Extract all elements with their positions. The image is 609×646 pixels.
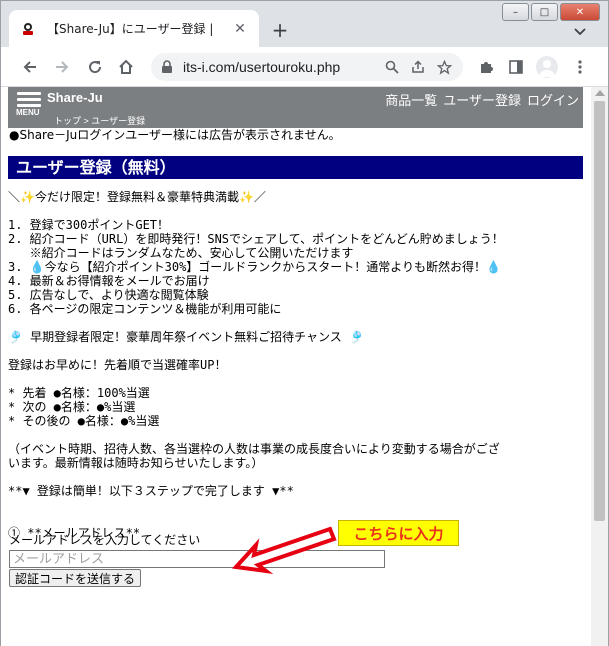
window-controls: – □ ✕ xyxy=(502,3,600,21)
bookmark-star-icon[interactable] xyxy=(433,56,455,78)
text-line: ※紹介コードはランダムなため、安心して公開いただけます xyxy=(8,246,354,260)
main-content: ●Share－Juログインユーザー様には広告が表示されません。 ユーザー登録（無… xyxy=(8,128,583,587)
close-window-button[interactable]: ✕ xyxy=(560,3,600,21)
text-line: 6. 各ページの限定コンテンツ＆機能が利用可能に xyxy=(8,302,282,316)
favicon-icon xyxy=(19,20,37,38)
hamburger-menu-icon[interactable] xyxy=(17,92,41,122)
share-icon[interactable] xyxy=(407,56,429,78)
text-line: * 次の ●名様：●%当選 xyxy=(8,400,136,414)
browser-window: 【Share-Ju】にユーザー登録 | ✕ + – □ ✕ its-i.com/… xyxy=(0,0,609,646)
site-logo-text[interactable]: Share-Ju xyxy=(47,90,103,105)
text-line: 登録はお早めに！先着順で当選確率UP！ xyxy=(8,358,227,372)
text-line: 🎐 早期登録者限定！豪華周年祭イベント無料ご招待チャンス 🎐 xyxy=(8,330,364,344)
tab-title: 【Share-Ju】にユーザー登録 | xyxy=(47,22,214,36)
browser-toolbar: its-i.com/usertouroku.php xyxy=(1,47,608,87)
reload-icon[interactable] xyxy=(82,54,108,80)
registration-description: ＼✨今だけ限定！登録無料＆豪華特典満載✨／ 1. 登録で300ポイントGET！ … xyxy=(8,190,583,540)
back-icon[interactable] xyxy=(17,54,43,80)
side-panel-icon[interactable] xyxy=(503,54,529,80)
email-field-label: メールアドレスを入力してください xyxy=(9,533,201,547)
text-line: 4. 最新＆お得情報をメールでお届け xyxy=(8,274,210,288)
header-nav: 商品一覧 ユーザー登録 ログイン xyxy=(385,90,579,109)
zoom-search-icon[interactable] xyxy=(381,56,403,78)
vertical-scrollbar[interactable] xyxy=(591,87,608,646)
extensions-puzzle-icon[interactable] xyxy=(473,54,499,80)
send-code-button[interactable]: 認証コードを送信する xyxy=(9,569,142,587)
profile-avatar-icon[interactable] xyxy=(534,54,560,80)
tab-strip: 【Share-Ju】にユーザー登録 | ✕ + – □ ✕ xyxy=(1,1,608,47)
breadcrumb[interactable]: トップ > ユーザー登録 xyxy=(54,114,145,127)
site-header: MENU Share-Ju トップ > ユーザー登録 商品一覧 ユーザー登録 ロ… xyxy=(8,87,583,128)
nav-products-link[interactable]: 商品一覧 xyxy=(385,90,437,109)
nav-register-link[interactable]: ユーザー登録 xyxy=(443,90,521,109)
nav-login-link[interactable]: ログイン xyxy=(527,90,579,109)
lock-icon[interactable] xyxy=(159,59,175,75)
page-title: ユーザー登録（無料） xyxy=(8,156,583,179)
text-line: 1. 登録で300ポイントGET！ xyxy=(8,218,170,232)
ad-notice: ●Share－Juログインユーザー様には広告が表示されません。 xyxy=(9,128,341,142)
address-bar[interactable]: its-i.com/usertouroku.php xyxy=(151,53,463,81)
scrollbar-thumb[interactable] xyxy=(594,101,605,521)
tab-close-icon[interactable]: ✕ xyxy=(231,20,249,38)
text-line: （イベント時期、招待人数、各当選枠の人数は事業の成長度合いにより変動する場合がご… xyxy=(8,442,500,456)
red-arrow-annotation xyxy=(231,526,337,574)
maximize-button[interactable]: □ xyxy=(531,3,558,21)
scroll-up-arrow-icon[interactable] xyxy=(595,90,605,96)
text-line: 2. 紹介コード（URL）を即時発行！SNSでシェアして、ポイントをどんどん貯め… xyxy=(8,232,504,246)
menu-label: MENU xyxy=(16,108,40,117)
minimize-button[interactable]: – xyxy=(502,3,529,21)
text-line: 5. 広告なしで、より快適な閲覧体験 xyxy=(8,288,209,302)
tab-search-chevron-icon[interactable] xyxy=(568,20,592,44)
text-line: * 先着 ●名様：100%当選 xyxy=(8,386,150,400)
text-line: 3. 💧今なら【紹介ポイント30%】ゴールドランクからスタート！通常よりも断然お… xyxy=(8,260,501,274)
kebab-menu-icon[interactable] xyxy=(567,54,593,80)
url-text: its-i.com/usertouroku.php xyxy=(183,59,341,75)
text-line: ＼✨今だけ限定！登録無料＆豪華特典満載✨／ xyxy=(8,190,266,204)
page-viewport: MENU Share-Ju トップ > ユーザー登録 商品一覧 ユーザー登録 ロ… xyxy=(1,87,608,646)
callout-label: こちらに入力 xyxy=(338,520,459,546)
text-line: います。最新情報は随時お知らせいたします。） xyxy=(8,456,264,470)
browser-tab[interactable]: 【Share-Ju】にユーザー登録 | ✕ xyxy=(9,10,259,47)
home-icon[interactable] xyxy=(113,54,139,80)
new-tab-button[interactable]: + xyxy=(267,17,293,43)
text-line: * その後の ●名様：●%当選 xyxy=(8,414,160,428)
text-line: **▼ 登録は簡単！以下３ステップで完了します ▼** xyxy=(8,484,294,498)
forward-icon[interactable] xyxy=(49,54,75,80)
